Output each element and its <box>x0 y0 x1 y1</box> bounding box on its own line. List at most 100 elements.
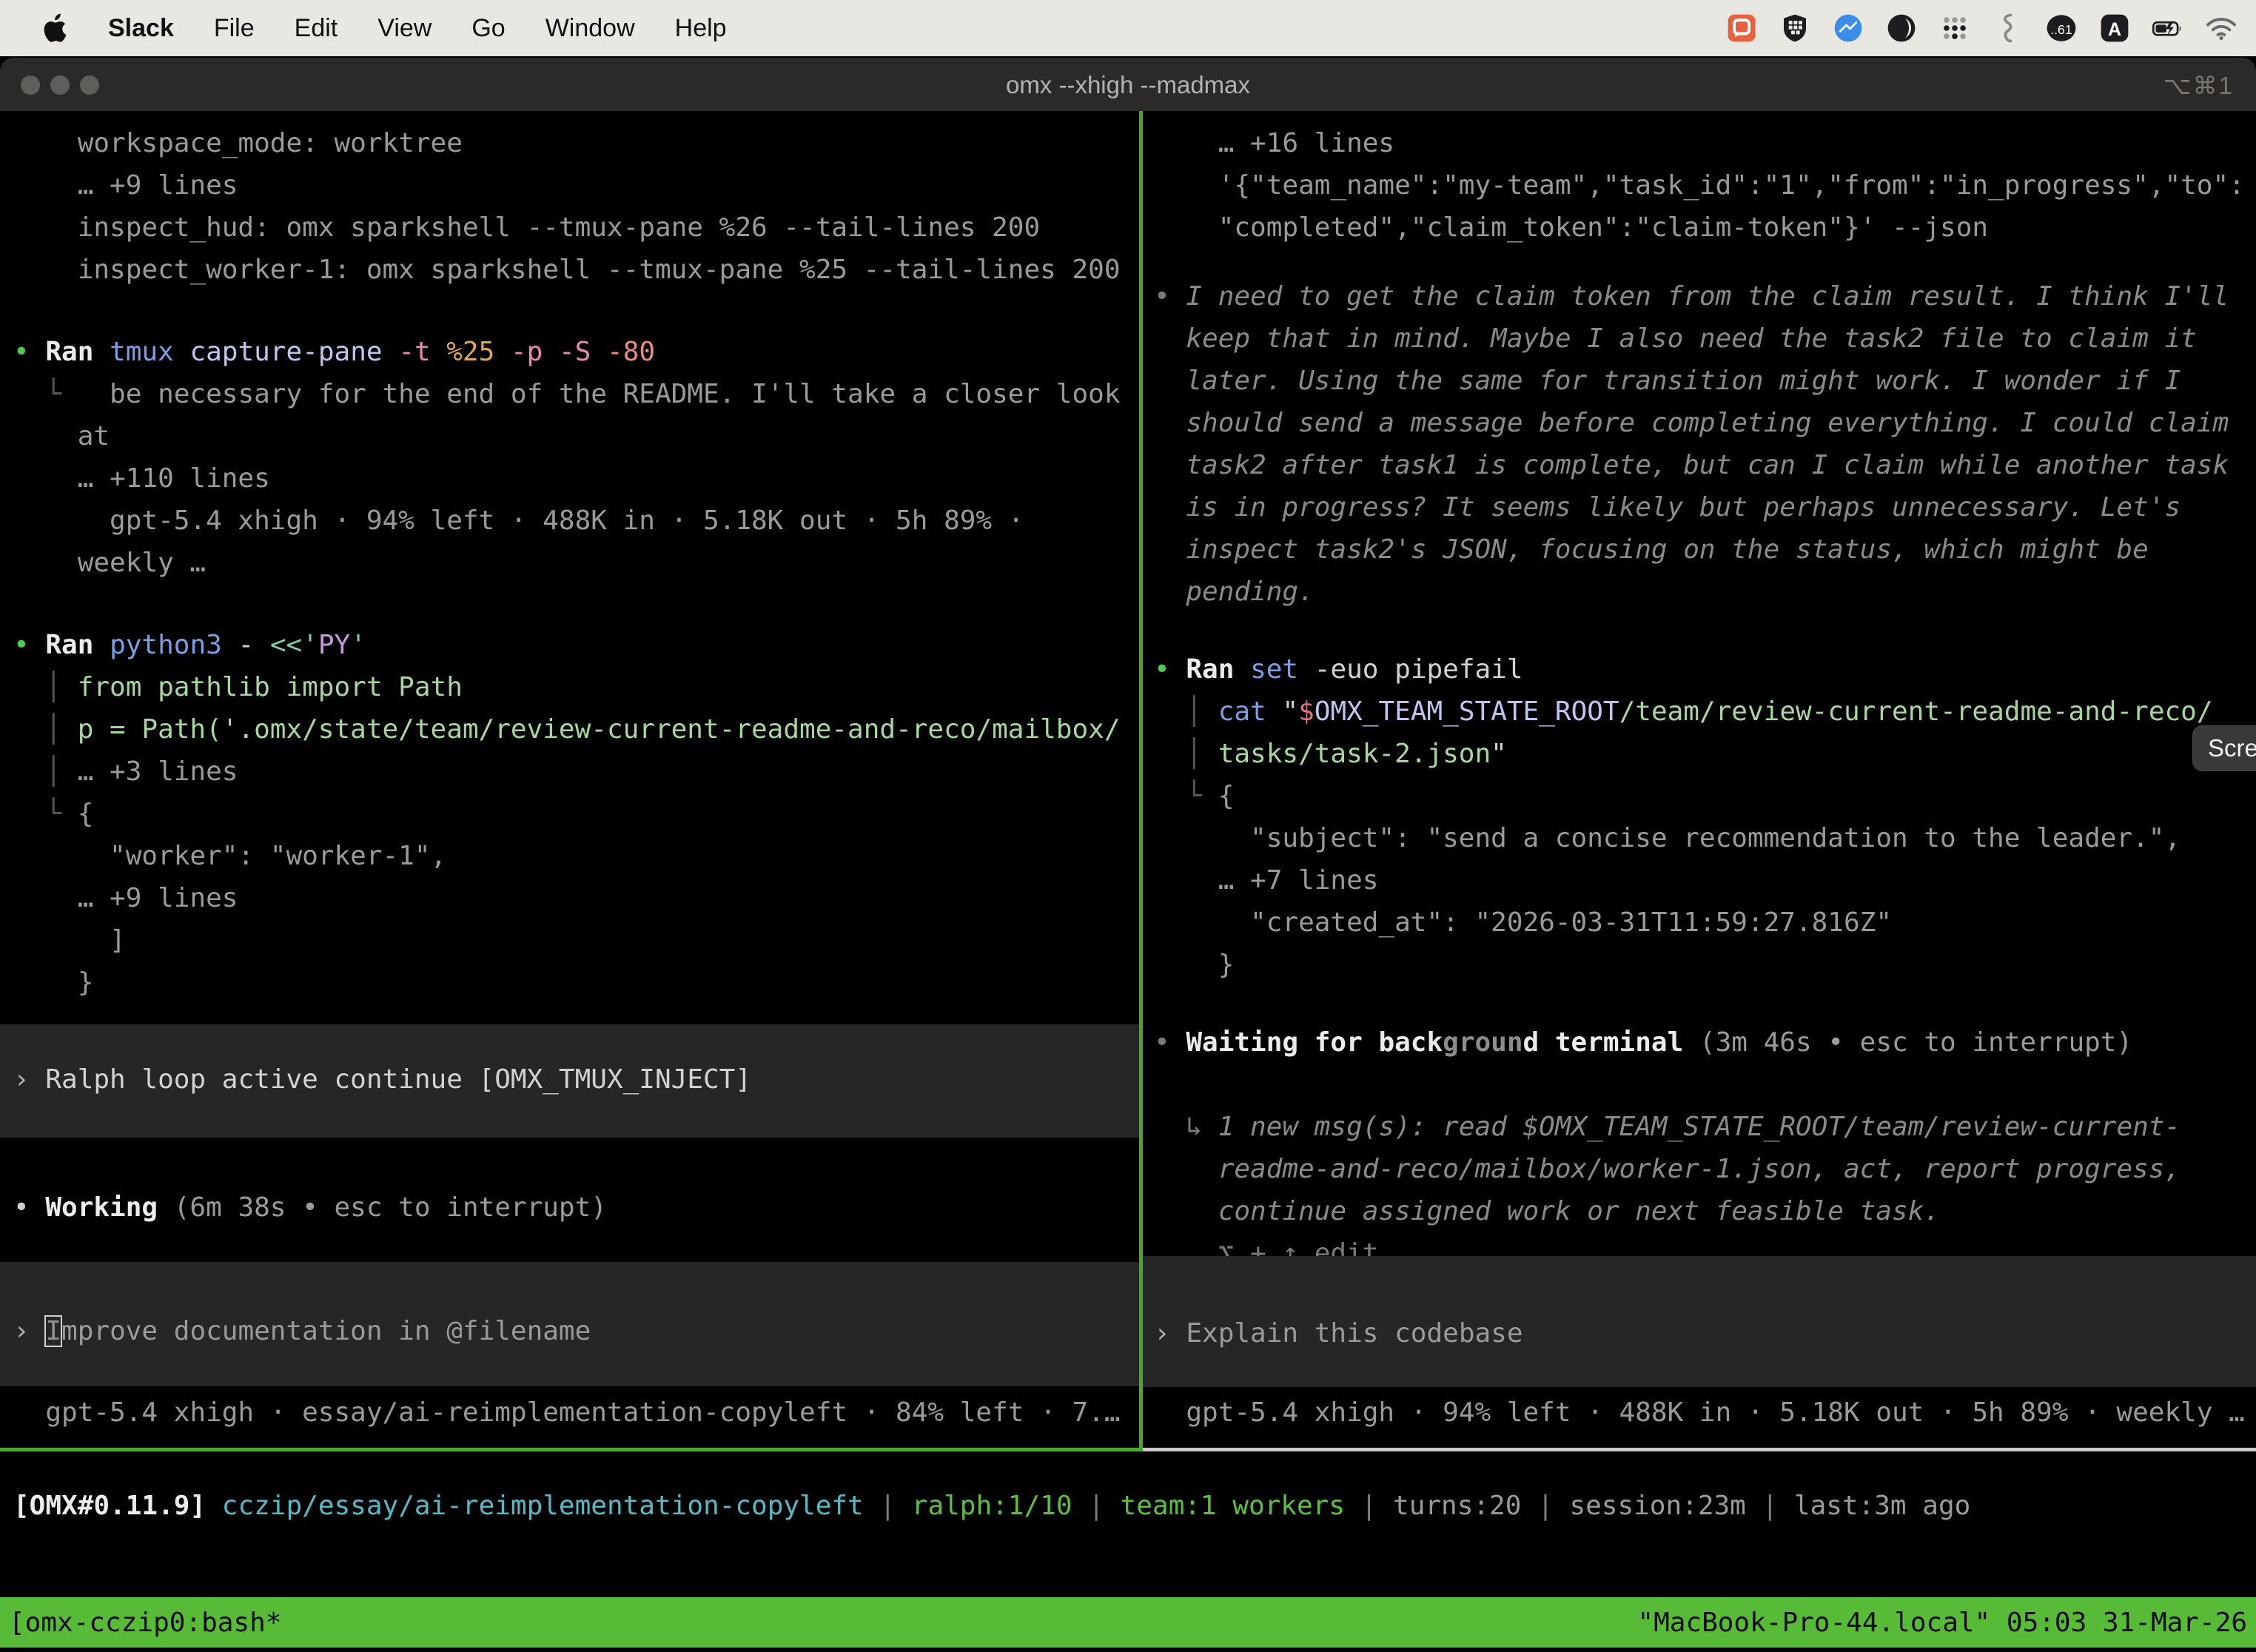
terminal-line: at <box>13 415 1139 457</box>
menu-items: File Edit View Go Window Help <box>214 14 727 43</box>
terminal-line: later. Using the same for transition mig… <box>1154 360 2256 402</box>
chat-app-icon[interactable] <box>1726 13 1757 44</box>
terminal-line: task2 after task1 is complete, but can I… <box>1154 444 2256 486</box>
input-source-icon[interactable]: A <box>2099 13 2130 44</box>
terminal-line: … +16 lines <box>1154 122 2256 164</box>
battery-icon[interactable] <box>2152 13 2183 44</box>
thinking-text: • I need to get the claim token from the… <box>1154 275 2256 613</box>
omx-status-line: [OMX#0.11.9] cczip/essay/ai-reimplementa… <box>13 1485 2256 1527</box>
terminal-line: } <box>1154 944 2256 986</box>
tmux-session-label: [omx-cczip0:bash* <box>9 1608 281 1638</box>
terminal-line: › Improve documentation in @filename <box>13 1310 1139 1352</box>
menu-item-file[interactable]: File <box>214 14 255 43</box>
tmux-status-bar: [omx-cczip0:bash* "MacBook-Pro-44.local"… <box>0 1597 2256 1648</box>
dots-grid-icon[interactable] <box>1939 13 1970 44</box>
prompt-input-right[interactable]: › Explain this codebase <box>1143 1256 2256 1387</box>
terminal-line: '{"team_name":"my-team","task_id":"1","f… <box>1154 164 2256 206</box>
menu-item-edit[interactable]: Edit <box>295 14 338 43</box>
json-output-top: … +16 lines '{"team_name":"my-team","tas… <box>1154 122 2256 249</box>
terminal-line: inspect task2's JSON, focusing on the st… <box>1154 528 2256 571</box>
shield-grid-icon[interactable] <box>1779 13 1810 44</box>
terminal-line: │ … +3 lines <box>13 751 1139 793</box>
terminal-line: keep that in mind. Maybe I also need the… <box>1154 318 2256 360</box>
terminal-line: … +9 lines <box>13 877 1139 919</box>
terminal-line: weekly … <box>13 542 1139 584</box>
pane-border-bottom-right <box>1143 1448 2256 1451</box>
prompt-input-left[interactable]: › Improve documentation in @filename <box>0 1262 1139 1386</box>
terminal-line: › Explain this codebase <box>1154 1312 2256 1354</box>
terminal-line: gpt-5.4 xhigh · 94% left · 488K in · 5.1… <box>13 500 1139 542</box>
terminal[interactable]: workspace_mode: worktree … +9 lines insp… <box>0 111 2256 1652</box>
terminal-line: "completed","claim_token":"claim-token"}… <box>1154 206 2256 249</box>
terminal-line: • I need to get the claim token from the… <box>1154 275 2256 318</box>
terminal-line: • Waiting for background terminal (3m 46… <box>1154 1021 2256 1064</box>
svg-text:..61: ..61 <box>2050 22 2072 37</box>
terminal-line: readme-and-reco/mailbox/worker-1.json, a… <box>1154 1148 2256 1190</box>
terminal-line: └ be necessary for the end of the README… <box>13 373 1139 415</box>
menu-item-view[interactable]: View <box>377 14 432 43</box>
terminal-line: └ { <box>1154 775 2256 817</box>
terminal-line: "worker": "worker-1", <box>13 835 1139 877</box>
ran-tmux-capture: • Ran tmux capture-pane -t %25 -p -S -80… <box>13 331 1139 584</box>
waiting-status: • Waiting for background terminal (3m 46… <box>1154 1021 2256 1275</box>
terminal-line: │ p = Path('.omx/state/team/review-curre… <box>13 708 1139 751</box>
menu-item-help[interactable]: Help <box>675 14 727 43</box>
terminal-line: ↳ 1 new msg(s): read $OMX_TEAM_STATE_ROO… <box>1154 1106 2256 1148</box>
terminal-line: inspect_worker-1: omx sparkshell --tmux-… <box>13 249 1139 291</box>
window-shortcut-badge: ⌥⌘1 <box>2163 71 2234 100</box>
tmux-host-clock: "MacBook-Pro-44.local" 05:03 31-Mar-26 <box>1637 1608 2247 1638</box>
terminal-line: │ tasks/task-2.json" <box>1154 733 2256 775</box>
terminal-line: ] <box>13 919 1139 961</box>
working-status: • Working (6m 38s • esc to interrupt) <box>13 1186 1139 1229</box>
terminal-line <box>1154 1064 2256 1106</box>
pie-chart-icon[interactable] <box>1886 13 1917 44</box>
config-output: workspace_mode: worktree … +9 lines insp… <box>13 122 1139 291</box>
terminal-line: … +9 lines <box>13 164 1139 206</box>
terminal-line: pending. <box>1154 571 2256 613</box>
zoom-window-button[interactable] <box>80 75 99 95</box>
menu-item-go[interactable]: Go <box>471 14 505 43</box>
active-app-name[interactable]: Slack <box>108 14 174 43</box>
ralph-loop-banner[interactable]: › Ralph loop active continue [OMX_TMUX_I… <box>0 1024 1139 1138</box>
terminal-line: │ cat "$OMX_TEAM_STATE_ROOT/team/review-… <box>1154 691 2256 733</box>
screen: Slack File Edit View Go Window Help ..61 A omx… <box>0 0 2256 1652</box>
minimize-window-button[interactable] <box>50 75 70 95</box>
wifi-icon[interactable] <box>2206 13 2237 44</box>
status-icons: ..61 A <box>1726 13 2256 44</box>
terminal-line: continue assigned work or next feasible … <box>1154 1190 2256 1232</box>
terminal-line: gpt-5.4 xhigh · 94% left · 488K in · 5.1… <box>1154 1391 2256 1434</box>
messenger-icon[interactable] <box>1833 13 1864 44</box>
session-summary-left: gpt-5.4 xhigh · essay/ai-reimplementatio… <box>13 1391 1139 1434</box>
terminal-line: • Ran set -euo pipefail <box>1154 648 2256 691</box>
terminal-line: should send a message before completing … <box>1154 402 2256 444</box>
terminal-line: } <box>13 961 1139 1004</box>
terminal-line: › Ralph loop active continue [OMX_TMUX_I… <box>13 1058 1139 1101</box>
terminal-line: • Working (6m 38s • esc to interrupt) <box>13 1186 1139 1229</box>
window-title: omx --xhigh --madmax <box>1006 71 1250 99</box>
menu-item-window[interactable]: Window <box>545 14 635 43</box>
apple-menu-icon[interactable] <box>43 13 68 43</box>
hook-squiggle-icon[interactable] <box>1993 13 2024 44</box>
ran-python3: • Ran python3 - <<'PY' │ from pathlib im… <box>13 624 1139 1004</box>
terminal-line: gpt-5.4 xhigh · essay/ai-reimplementatio… <box>13 1391 1139 1434</box>
terminal-line: … +110 lines <box>13 457 1139 500</box>
terminal-line: inspect_hud: omx sparkshell --tmux-pane … <box>13 206 1139 249</box>
left-pane[interactable]: workspace_mode: worktree … +9 lines insp… <box>0 111 1139 1448</box>
pane-border-bottom-left <box>0 1448 1143 1451</box>
menu-bar: Slack File Edit View Go Window Help ..61 A <box>0 0 2256 56</box>
terminal-line: workspace_mode: worktree <box>13 122 1139 164</box>
svg-text:A: A <box>2108 19 2121 40</box>
text-cursor: I <box>45 1316 61 1346</box>
screen-share-tooltip: Scre <box>2192 725 2256 771</box>
usage-badge-icon[interactable]: ..61 <box>2046 13 2077 44</box>
session-summary-right: gpt-5.4 xhigh · 94% left · 488K in · 5.1… <box>1154 1391 2256 1434</box>
ran-cat-task: • Ran set -euo pipefail │ cat "$OMX_TEAM… <box>1154 648 2256 986</box>
terminal-line: "created_at": "2026-03-31T11:59:27.816Z" <box>1154 901 2256 944</box>
right-pane[interactable]: … +16 lines '{"team_name":"my-team","tas… <box>1143 111 2256 1448</box>
terminal-line: • Ran tmux capture-pane -t %25 -p -S -80 <box>13 331 1139 373</box>
window-title-bar[interactable]: omx --xhigh --madmax ⌥⌘1 <box>0 58 2256 111</box>
terminal-line: • Ran python3 - <<'PY' <box>13 624 1139 666</box>
terminal-line: is in progress? It seems likely but perh… <box>1154 486 2256 528</box>
close-window-button[interactable] <box>21 75 40 95</box>
terminal-line: "subject": "send a concise recommendatio… <box>1154 817 2256 859</box>
